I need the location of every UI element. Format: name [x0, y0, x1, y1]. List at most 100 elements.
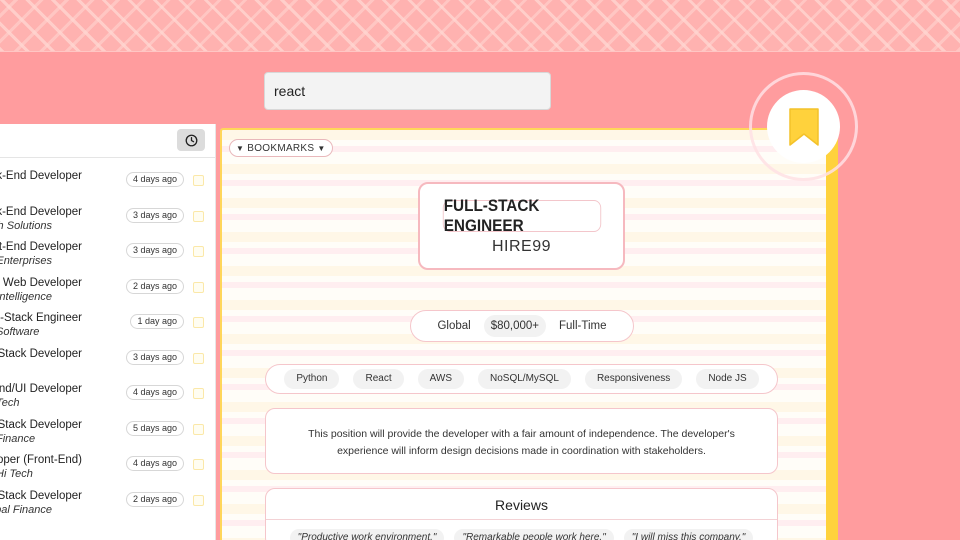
job-item-bookmark-checkbox[interactable] [193, 246, 204, 257]
job-list-item[interactable]: Back-End Developer Tech Solutions 3 days a… [0, 206, 215, 242]
reviews-divider [266, 519, 777, 520]
job-item-bookmark-checkbox[interactable] [193, 175, 204, 186]
job-item-bookmark-checkbox[interactable] [193, 352, 204, 364]
review-chip: "Productive work environment." [289, 529, 445, 540]
job-item-company-text: Finance [0, 432, 36, 445]
job-item-title: Web Developer (Front-End) [0, 454, 82, 466]
job-item-age-badge: 4 days ago [125, 385, 184, 400]
job-item-company: Software [0, 326, 52, 338]
job-item-title-text: Front-End Web Developer [0, 276, 82, 289]
job-item-age-badge: 5 days ago [125, 420, 184, 436]
skill-chip: Responsiveness [584, 369, 683, 389]
triangle-down-icon: ▼ [317, 143, 326, 153]
job-list-item[interactable]: Full-Stack Developer Global Finance 2 days… [0, 490, 215, 526]
job-item-company: Tech Solutions [0, 220, 52, 232]
job-item-bookmark-checkbox[interactable] [193, 459, 204, 470]
job-item-age-badge: 2 days ago [125, 278, 184, 294]
review-list: "Productive work environment." "Remarkab… [266, 529, 777, 540]
job-list-item[interactable]: Full-Stack Engineer Software 1 day ago [0, 312, 215, 348]
job-item-company-text: Tech [0, 397, 20, 409]
job-item-title-text: Full-Stack Developer [0, 489, 82, 502]
bookmark-button-inner[interactable] [767, 90, 840, 163]
job-list-item[interactable]: Front-End/UI Developer Tech 4 days ago [0, 383, 215, 419]
job-item-company-text: Tech Solutions [0, 219, 52, 232]
salary-chip: $80,000+ [483, 315, 547, 337]
job-list-item[interactable]: Back-End Developer 4 days ago [0, 170, 215, 206]
skill-chip: Python [284, 369, 340, 389]
triangle-down-icon: ▼ [236, 143, 245, 153]
job-item-title: Front-End Developer [0, 241, 82, 253]
job-item-company-text: Hi Tech [0, 468, 33, 480]
job-item-company-text: XYZ Enterprises [0, 255, 52, 267]
search-input[interactable] [274, 83, 541, 99]
job-title-box: FULL-STACK ENGINEER HIRE99 [418, 182, 625, 270]
job-item-company: Tech [0, 397, 52, 409]
job-item-age-badge: 4 days ago [125, 172, 184, 187]
job-type-chip: Full-Time [559, 320, 607, 332]
job-item-age-badge: 3 days ago [125, 349, 184, 365]
job-item-title-text: Front-End Developer [0, 241, 82, 253]
job-item-title: Full-Stack Engineer [0, 312, 82, 324]
job-item-title-text: Back-End Developer [0, 205, 82, 218]
job-item-title-text: Full-Stack Developer [0, 418, 82, 431]
job-item-bookmark-checkbox[interactable] [193, 388, 204, 399]
bookmark-icon [788, 107, 819, 146]
job-item-age-badge: 3 days ago [125, 207, 184, 223]
job-item-title: Back-End Developer [0, 206, 82, 218]
reviews-section: Reviews "Productive work environment." "… [265, 488, 778, 540]
job-item-title-text: Full-Stack Developer [0, 347, 82, 360]
company-name: HIRE99 [491, 238, 552, 255]
bookmarks-dropdown[interactable]: ▼ BOOKMARKS ▼ [229, 139, 333, 157]
job-item-age-badge: 3 days ago [125, 243, 184, 258]
job-item-bookmark-checkbox[interactable] [193, 317, 204, 328]
skills-row: Python React AWS NoSQL/MySQL Responsiven… [265, 364, 778, 394]
skill-chip: Node JS [696, 369, 759, 389]
job-item-company: XYZ Enterprises [0, 255, 52, 267]
skill-chip: AWS [417, 369, 465, 389]
job-item-title: Back-End Developer [0, 170, 82, 182]
job-list-item[interactable]: Full-Stack Developer 3 days ago [0, 348, 215, 384]
job-item-title-text: Back-End Developer [0, 170, 82, 182]
job-title: FULL-STACK ENGINEER [442, 196, 602, 235]
job-item-company-text: Global Finance [0, 503, 52, 516]
reviews-heading: Reviews [495, 497, 548, 513]
skill-chip: NoSQL/MySQL [478, 369, 571, 389]
job-item-age-badge: 4 days ago [125, 456, 184, 471]
job-item-bookmark-checkbox[interactable] [193, 210, 204, 222]
job-item-company-text: AI Intelligence [0, 290, 52, 303]
job-item-title: Full-Stack Developer [0, 419, 82, 431]
job-item-age-badge: 1 day ago [130, 314, 184, 329]
job-item-title-text: Full-Stack Engineer [0, 312, 82, 324]
review-chip: "Remarkable people work here." [454, 529, 614, 540]
skill-chip: React [353, 369, 404, 389]
bookmark-button[interactable] [749, 72, 858, 181]
job-item-title: Front-End/UI Developer [0, 383, 82, 395]
job-item-company-text: Software [0, 326, 40, 338]
review-chip: "I will miss this company." [623, 529, 754, 540]
job-item-company: Finance [0, 433, 52, 445]
job-list-item[interactable]: Web Developer (Front-End) Hi Tech 4 days a… [0, 454, 215, 490]
job-item-age-badge: 2 days ago [125, 491, 184, 507]
job-item-bookmark-checkbox[interactable] [193, 494, 204, 506]
job-item-title: Full-Stack Developer [0, 490, 82, 502]
bookmarks-label: BOOKMARKS [247, 142, 315, 154]
job-list-item[interactable]: Full-Stack DeveloperFinance 5 days ago [0, 419, 215, 455]
job-item-title-text: Web Developer (Front-End) [0, 454, 82, 466]
history-button[interactable] [177, 129, 205, 151]
clock-icon [185, 134, 197, 146]
job-item-bookmark-checkbox[interactable] [193, 423, 204, 435]
job-item-bookmark-checkbox[interactable] [193, 281, 204, 293]
job-list-item[interactable]: Front-End Developer XYZ Enterprises 3 days… [0, 241, 215, 277]
location-chip: Global [437, 320, 471, 332]
job-meta-row: Global $80,000+ Full-Time [410, 310, 634, 342]
job-item-title-text: Front-End/UI Developer [0, 383, 82, 395]
job-description: This position will provide the developer… [265, 408, 778, 474]
job-list-item[interactable]: Front-End Web Developer AI Intelligence 2 … [0, 276, 215, 313]
job-item-company: Hi Tech [0, 468, 52, 480]
search-box[interactable] [264, 72, 551, 110]
job-item-company: Global Finance [0, 504, 52, 516]
job-item-company: AI Intelligence [0, 291, 52, 303]
job-item-title: Full-Stack Developer [0, 348, 82, 360]
top-pattern-band [0, 0, 960, 52]
job-list-panel: Back-End Developer4 days agoBack-End Dev… [0, 124, 216, 540]
